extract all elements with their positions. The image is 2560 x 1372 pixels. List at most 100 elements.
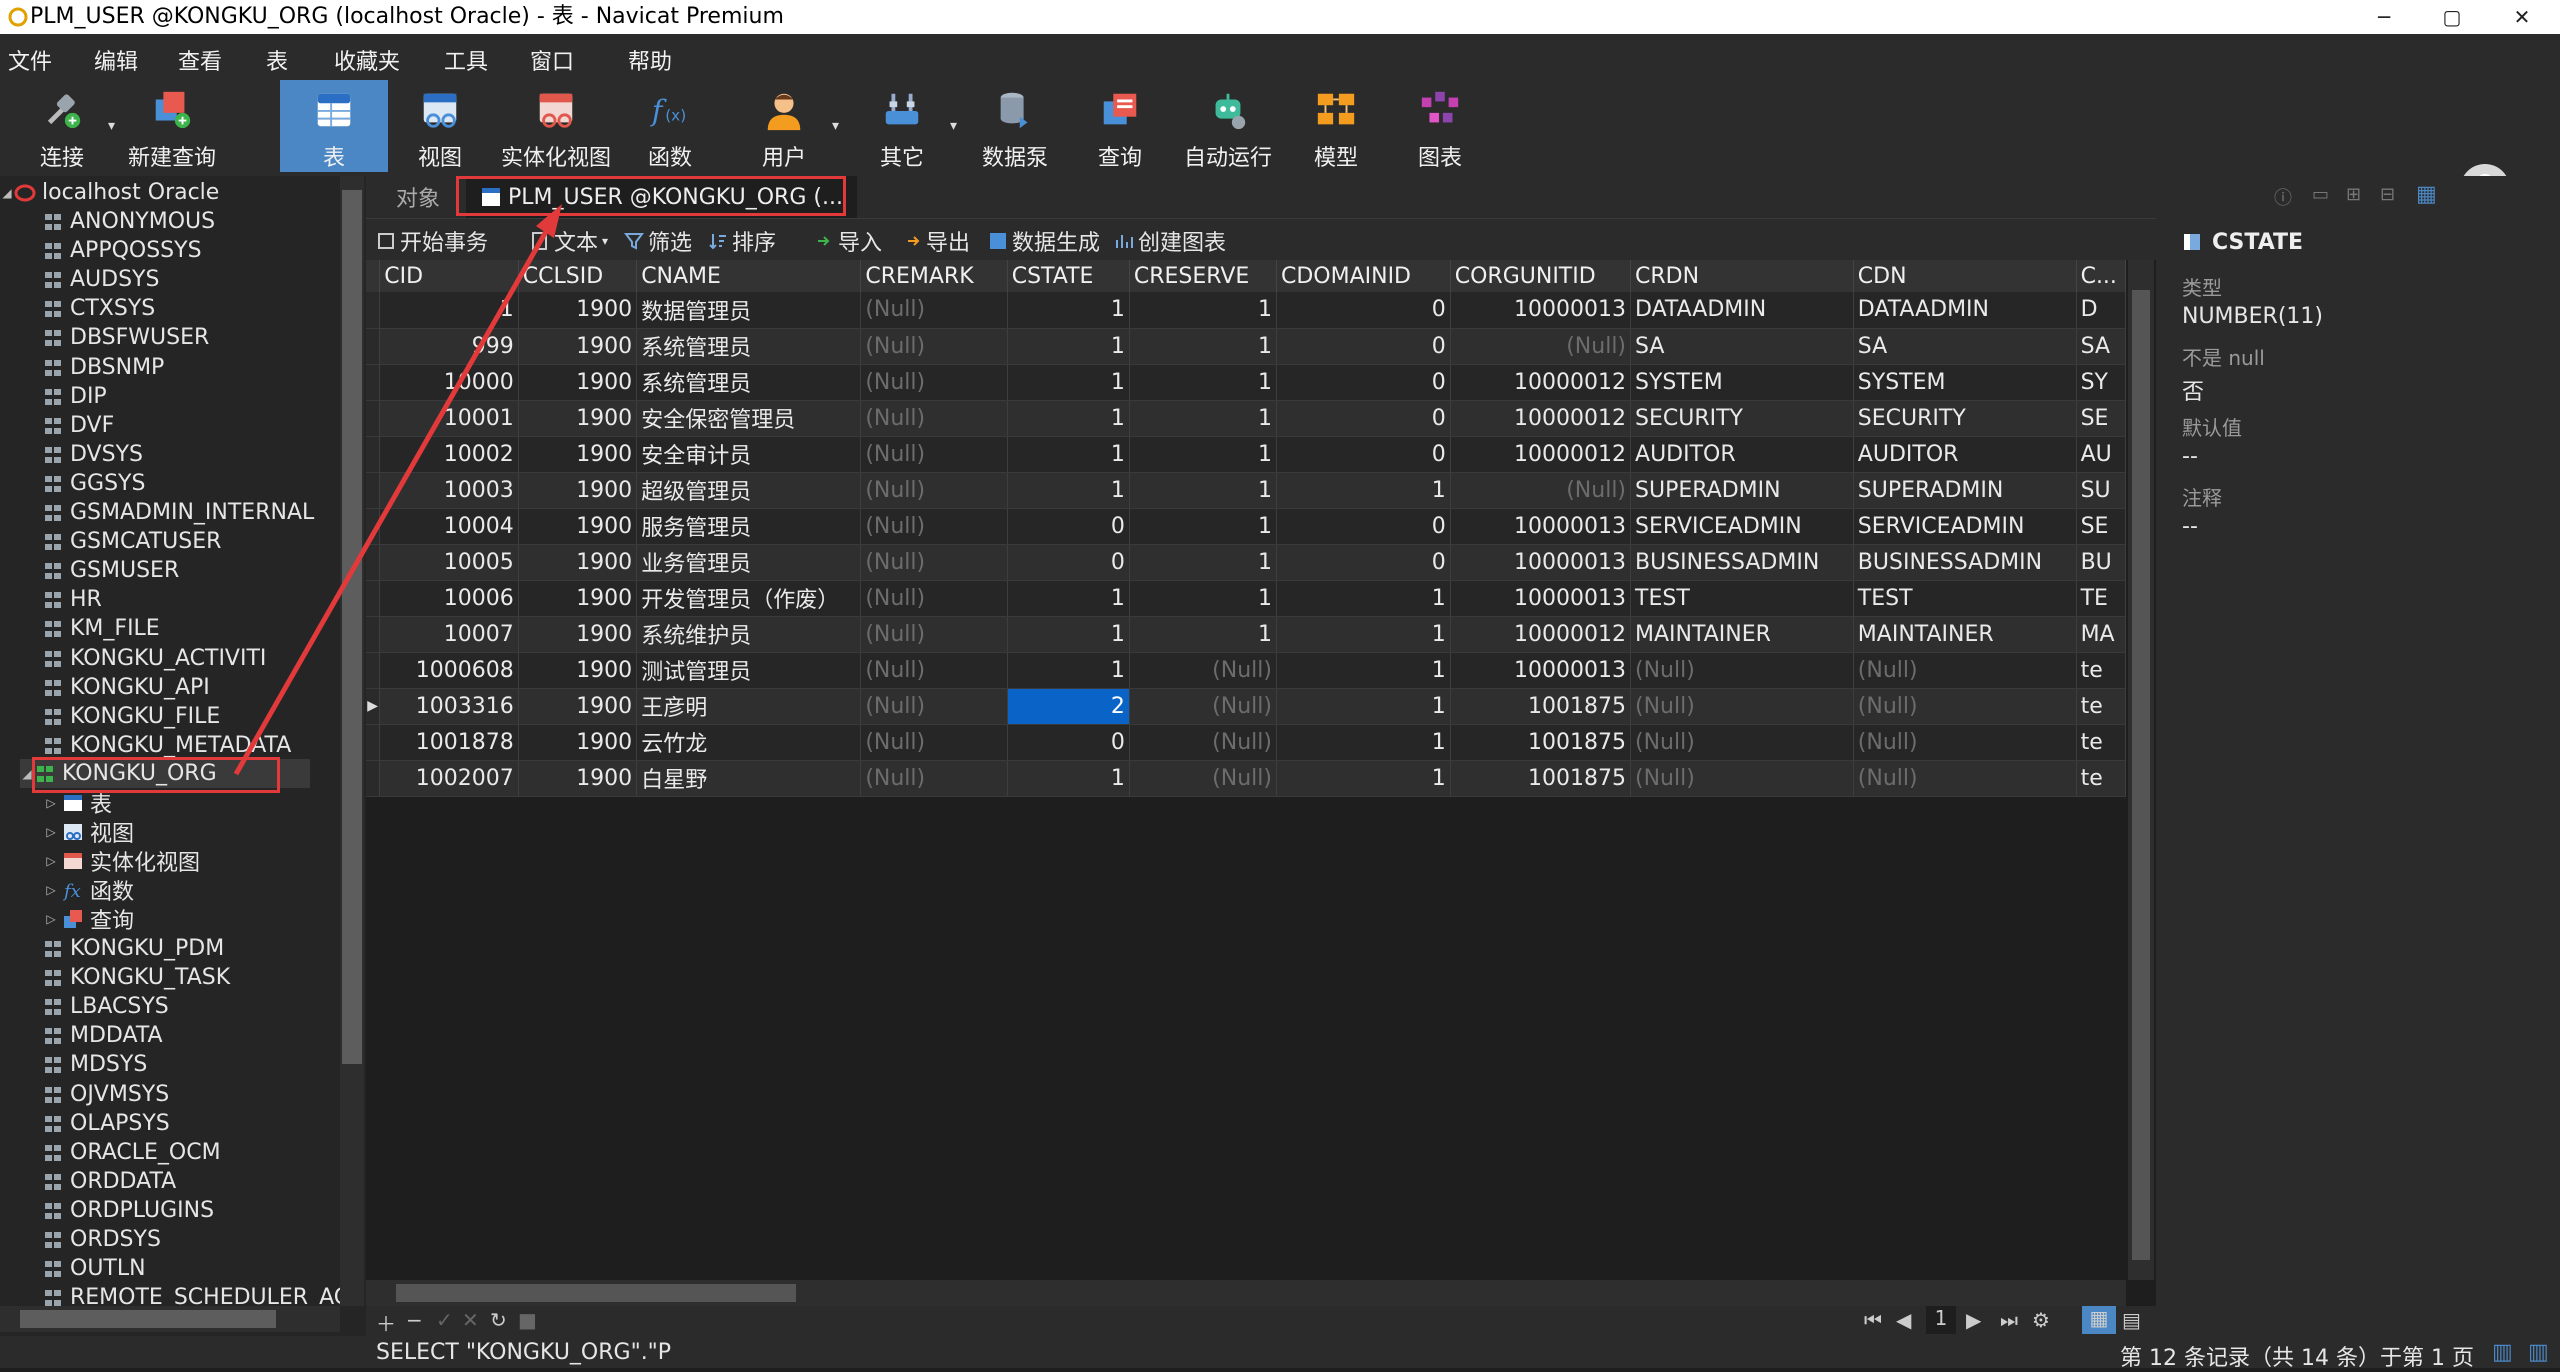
tree-item-schema-6[interactable]: DIP: [42, 382, 366, 411]
tree-item-schema-after-7[interactable]: ORACLE_OCM: [42, 1138, 366, 1167]
table-cell[interactable]: 1001875: [1450, 688, 1632, 725]
table-cell[interactable]: 1900: [518, 472, 638, 509]
table-cell[interactable]: 10000013: [1450, 544, 1632, 581]
table-cell[interactable]: (Null): [1129, 688, 1277, 725]
table-cell[interactable]: 0: [1276, 364, 1451, 401]
table-cell[interactable]: (Null): [1853, 688, 2077, 725]
column-header[interactable]: CRESERVE: [1129, 260, 1277, 292]
data-pump-button[interactable]: 数据泵: [970, 80, 1060, 172]
table-cell[interactable]: 数据管理员: [636, 292, 862, 329]
table-cell[interactable]: (Null): [1630, 760, 1854, 797]
tree-item-schema-after-4[interactable]: MDSYS: [42, 1050, 366, 1079]
table-cell[interactable]: (Null): [860, 292, 1008, 329]
user-dropdown-caret[interactable]: ▾: [832, 118, 839, 134]
table-cell[interactable]: 10002: [379, 436, 519, 473]
table-cell[interactable]: 0: [1007, 544, 1130, 581]
connect-button[interactable]: 连接: [22, 80, 102, 172]
page-number-input[interactable]: 1: [1926, 1306, 1956, 1334]
table-cell[interactable]: (Null): [860, 436, 1008, 473]
tree-item-schema-17[interactable]: KONGKU_FILE: [42, 702, 366, 731]
tree-item-schema-3[interactable]: CTXSYS: [42, 294, 366, 323]
tree-item-schema-after-11[interactable]: OUTLN: [42, 1254, 366, 1283]
table-cell[interactable]: (Null): [1630, 724, 1854, 761]
table-row[interactable]: 10002 1900 安全审计员 (Null) 1 1 0 10000012 AUDITOR AU…: [366, 436, 2126, 473]
tree-item-schema-after-2[interactable]: LBACSYS: [42, 992, 366, 1021]
tree-item-schema-14[interactable]: KM_FILE: [42, 614, 366, 643]
table-cell[interactable]: BUSINESSADMIN: [1630, 544, 1854, 581]
table-cell[interactable]: SECURITY: [1630, 400, 1854, 437]
import-button[interactable]: 导入: [814, 227, 882, 256]
menu-view[interactable]: 查看: [178, 44, 222, 76]
row-marker[interactable]: [366, 616, 381, 653]
table-row[interactable]: 999 1900 系统管理员 (Null) 1 1 0 (Null) SA SA SA: [366, 328, 2126, 365]
tree-item-schema-0[interactable]: ANONYMOUS: [42, 207, 366, 236]
table-cell[interactable]: MAINTAINER: [1630, 616, 1854, 653]
table-cell[interactable]: SA: [1630, 328, 1854, 365]
menu-favorites[interactable]: 收藏夹: [334, 44, 400, 76]
table-cell[interactable]: SUPERADMIN: [1630, 472, 1854, 509]
table-cell[interactable]: 1: [1129, 328, 1277, 365]
table-cell[interactable]: 1900: [518, 652, 638, 689]
query-button[interactable]: 查询: [1080, 80, 1160, 172]
table-cell[interactable]: SY: [2076, 364, 2126, 401]
table-cell[interactable]: 10000013: [1450, 580, 1632, 617]
table-cell[interactable]: 白星野: [636, 760, 862, 797]
apply-changes-icon[interactable]: ✓: [436, 1308, 453, 1332]
previous-page-icon[interactable]: ◀: [1896, 1308, 1911, 1332]
table-cell[interactable]: 安全保密管理员: [636, 400, 862, 437]
table-cell[interactable]: (Null): [1853, 652, 2077, 689]
grid-vertical-scrollbar[interactable]: [2128, 260, 2154, 1280]
table-row[interactable]: 10001 1900 安全保密管理员 (Null) 1 1 0 10000012 SECURIT…: [366, 400, 2126, 437]
row-marker[interactable]: [366, 436, 381, 473]
table-cell[interactable]: (Null): [860, 652, 1008, 689]
table-cell[interactable]: (Null): [860, 472, 1008, 509]
table-cell[interactable]: 10000013: [1450, 652, 1632, 689]
add-record-icon[interactable]: ＋: [376, 1308, 396, 1337]
close-button[interactable]: ✕: [2488, 0, 2556, 34]
tree-item-schema-after-9[interactable]: ORDPLUGINS: [42, 1196, 366, 1225]
other-button[interactable]: 其它: [862, 80, 942, 172]
table-cell[interactable]: TE: [2076, 580, 2126, 617]
stop-icon[interactable]: ■: [518, 1308, 537, 1332]
table-row[interactable]: 10007 1900 系统维护员 (Null) 1 1 1 10000012 MAINTAINE…: [366, 616, 2126, 653]
row-marker[interactable]: [366, 400, 381, 437]
table-cell[interactable]: 1: [1276, 616, 1451, 653]
view-button[interactable]: 视图: [398, 80, 482, 172]
tree-item-schema-after-10[interactable]: ORDSYS: [42, 1225, 366, 1254]
tree-item-schema-after-5[interactable]: OJVMSYS: [42, 1080, 366, 1109]
table-cell[interactable]: 服务管理员: [636, 508, 862, 545]
export-button[interactable]: 导出: [902, 227, 970, 256]
table-cell[interactable]: 1900: [518, 436, 638, 473]
table-cell[interactable]: BUSINESSADMIN: [1853, 544, 2077, 581]
table-row[interactable]: 10005 1900 业务管理员 (Null) 0 1 0 10000013 BUSINESSA…: [366, 544, 2126, 581]
table-button[interactable]: 表: [280, 80, 388, 172]
table-cell[interactable]: DATAADMIN: [1853, 292, 2077, 329]
table-cell[interactable]: 业务管理员: [636, 544, 862, 581]
expand-arrow-icon[interactable]: ▷: [44, 912, 58, 926]
table-cell[interactable]: 0: [1276, 508, 1451, 545]
table-cell[interactable]: 1900: [518, 688, 638, 725]
table-cell[interactable]: 1: [1007, 292, 1130, 329]
grid-horizontal-scrollbar[interactable]: [366, 1280, 2126, 1306]
table-cell[interactable]: 1: [1276, 580, 1451, 617]
table-cell[interactable]: 10000013: [1450, 508, 1632, 545]
ddl-icon[interactable]: ▭: [2312, 184, 2329, 205]
table-cell[interactable]: 1001878: [379, 724, 519, 761]
next-page-icon[interactable]: ▶: [1966, 1308, 1981, 1332]
table-cell[interactable]: 10004: [379, 508, 519, 545]
new-query-button[interactable]: 新建查询: [122, 80, 222, 172]
table-cell[interactable]: 1: [379, 292, 519, 329]
table-cell[interactable]: AUDITOR: [1630, 436, 1854, 473]
data-generation-button[interactable]: 数据生成: [988, 227, 1100, 256]
chart-button[interactable]: 图表: [1402, 80, 1478, 172]
table-cell[interactable]: 10000012: [1450, 436, 1632, 473]
row-marker[interactable]: [366, 544, 381, 581]
table-row[interactable]: 10003 1900 超级管理员 (Null) 1 1 1 (Null) SUPERADMIN S…: [366, 472, 2126, 509]
menu-edit[interactable]: 编辑: [94, 44, 138, 76]
tree-item-schema-15[interactable]: KONGKU_ACTIVITI: [42, 644, 366, 673]
table-cell[interactable]: te: [2076, 652, 2126, 689]
table-cell[interactable]: 云竹龙: [636, 724, 862, 761]
table-cell[interactable]: 系统管理员: [636, 328, 862, 365]
sidebar-vertical-scrollbar[interactable]: [340, 176, 364, 1306]
row-marker[interactable]: [366, 724, 381, 761]
